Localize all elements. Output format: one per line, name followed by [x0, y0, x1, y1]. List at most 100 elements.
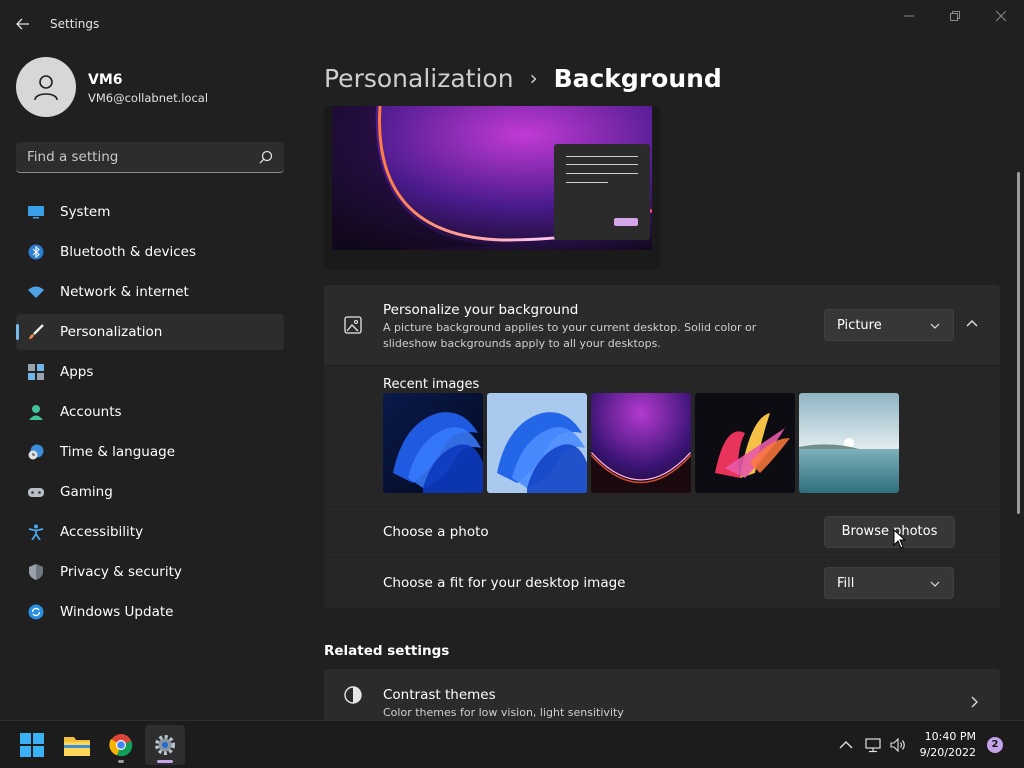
sidebar-item-gaming[interactable]: Gaming [16, 474, 284, 510]
chevron-right-icon [971, 696, 978, 708]
breadcrumb-parent[interactable]: Personalization [324, 64, 514, 93]
breadcrumb-separator: › [529, 66, 538, 90]
profile-email: VM6@collabnet.local [88, 91, 209, 105]
bloom-dark-image [383, 393, 483, 493]
folder-icon [64, 737, 90, 756]
minimize-button[interactable] [886, 6, 932, 26]
search-icon [259, 150, 273, 164]
sidebar-item-label: Windows Update [60, 604, 174, 620]
sidebar-item-network[interactable]: Network & internet [16, 274, 284, 310]
contrast-themes-card[interactable]: Contrast themes Color themes for low vis… [324, 669, 1000, 721]
windows-logo-icon [20, 733, 44, 757]
image-icon [344, 316, 362, 334]
back-button[interactable] [8, 10, 38, 38]
profile-name: VM6 [88, 72, 123, 88]
preview-line [566, 182, 608, 183]
wifi-icon [28, 286, 44, 298]
preview-line [566, 173, 638, 174]
card-description: Color themes for low vision, light sensi… [383, 706, 624, 719]
recent-image-thumbnail[interactable] [591, 393, 691, 493]
background-type-dropdown[interactable]: Picture [824, 309, 954, 341]
recent-image-thumbnail[interactable] [487, 393, 587, 493]
sidebar-item-time-language[interactable]: Time & language [16, 434, 284, 470]
sidebar-item-system[interactable]: System [16, 194, 284, 230]
restore-button[interactable] [932, 6, 978, 26]
sidebar-item-label: Time & language [60, 444, 176, 460]
sidebar-item-label: Accessibility [60, 524, 144, 540]
chrome-icon [109, 734, 133, 757]
bloom-light-image [487, 393, 587, 493]
sidebar-item-accounts[interactable]: Accounts [16, 394, 284, 430]
recent-image-thumbnail[interactable] [383, 393, 483, 493]
glow-purple-image [591, 393, 691, 493]
breadcrumb: Personalization › Background [324, 58, 722, 98]
notification-badge[interactable]: 2 [987, 737, 1003, 753]
chevron-up-icon[interactable] [964, 316, 980, 332]
title-bar: Settings [0, 0, 1024, 48]
sidebar-item-personalization[interactable]: Personalization [16, 314, 284, 350]
sidebar-item-privacy-security[interactable]: Privacy & security [16, 554, 284, 590]
avatar[interactable] [16, 57, 76, 117]
sidebar-item-label: Gaming [60, 484, 113, 500]
recent-images-label: Recent images [383, 377, 480, 392]
dropdown-value: Fill [837, 576, 855, 591]
recent-images-section: Recent images [324, 366, 1000, 506]
shield-icon [29, 564, 43, 580]
card-title: Personalize your background [383, 302, 579, 318]
contrast-icon [344, 686, 362, 704]
file-explorer-button[interactable] [57, 725, 97, 765]
active-indicator [157, 760, 173, 763]
browse-photos-button[interactable]: Browse photos [824, 516, 955, 548]
minimize-icon [904, 15, 914, 17]
close-icon [996, 11, 1006, 21]
preview-window [554, 144, 650, 240]
taskbar: 10:40 PM 9/20/2022 2 [0, 720, 1024, 768]
related-settings-heading: Related settings [324, 643, 450, 659]
running-indicator [118, 760, 124, 763]
settings-taskbar-button[interactable] [145, 725, 185, 765]
chevron-up-icon[interactable] [838, 737, 854, 753]
sync-icon [28, 604, 44, 620]
app-title: Settings [50, 17, 100, 31]
person-icon [34, 75, 58, 101]
gamepad-icon [28, 488, 44, 497]
chrome-button[interactable] [101, 725, 141, 765]
lake-sunrise-image [799, 393, 899, 493]
recent-image-thumbnail[interactable] [695, 393, 795, 493]
card-description: A picture background applies to your cur… [383, 321, 757, 350]
chevron-down-icon [930, 323, 940, 329]
sidebar-item-label: Privacy & security [60, 564, 182, 580]
card-title: Contrast themes [383, 687, 496, 703]
search-input[interactable]: Find a setting [16, 142, 284, 173]
choose-fit-label: Choose a fit for your desktop image [383, 575, 626, 591]
clock-time[interactable]: 10:40 PM [920, 730, 976, 743]
network-wired-icon[interactable] [865, 737, 881, 753]
clock-date[interactable]: 9/20/2022 [910, 746, 976, 759]
paintbrush-icon [29, 324, 44, 339]
sidebar-item-apps[interactable]: Apps [16, 354, 284, 390]
sidebar-item-label: Network & internet [60, 284, 189, 300]
accessibility-icon [28, 524, 44, 540]
start-button[interactable] [12, 725, 52, 765]
volume-icon[interactable] [890, 737, 906, 753]
sidebar-item-label: Bluetooth & devices [60, 244, 197, 260]
apps-icon [28, 364, 44, 380]
recent-image-thumbnail[interactable] [799, 393, 899, 493]
preview-line [566, 164, 638, 165]
fit-dropdown[interactable]: Fill [824, 567, 954, 599]
sidebar-item-accessibility[interactable]: Accessibility [16, 514, 284, 550]
restore-icon [950, 11, 960, 21]
personalize-background-card: Personalize your background A picture ba… [324, 285, 1000, 365]
sidebar-item-label: Accounts [60, 404, 122, 420]
preview-wallpaper [332, 106, 652, 250]
search-placeholder: Find a setting [27, 149, 119, 165]
sidebar-item-windows-update[interactable]: Windows Update [16, 594, 284, 630]
scrollbar[interactable] [1017, 172, 1020, 514]
preview-line [566, 156, 638, 157]
close-button[interactable] [978, 6, 1024, 26]
sidebar-item-label: Personalization [60, 324, 163, 340]
dropdown-value: Picture [837, 318, 882, 333]
sidebar-item-label: Apps [60, 364, 94, 380]
choose-fit-row: Choose a fit for your desktop image Fill [324, 558, 1000, 608]
sidebar-item-bluetooth[interactable]: Bluetooth & devices [16, 234, 284, 270]
